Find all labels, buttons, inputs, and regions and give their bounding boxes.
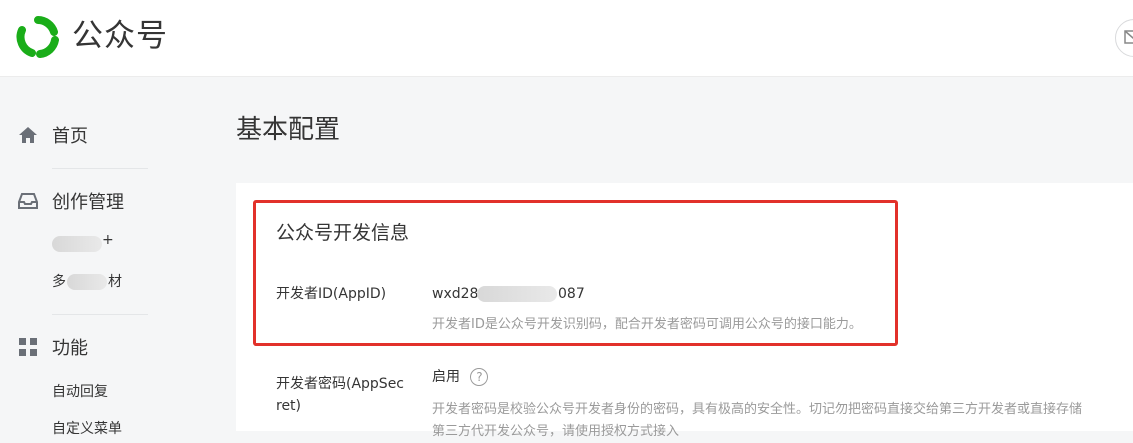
appsecret-description-line2: 第三方代开发公众号，请使用授权方式接入 (432, 424, 680, 439)
top-header: 公众号 (0, 0, 1133, 77)
sidebar-item-home[interactable]: 首页 (18, 122, 88, 148)
sidebar-subitem-custom-menu[interactable]: 自定义菜单 (52, 418, 122, 438)
appsecret-description-line1: 开发者密码是校验公众号开发者身份的密码，具有极高的安全性。切记勿把密码直接交给第… (432, 402, 1083, 417)
sidebar-item-creation[interactable]: 创作管理 (18, 188, 124, 214)
appid-value[interactable]: wxd28 087 (432, 283, 602, 305)
sidebar-subitem-creation-1[interactable]: + (52, 232, 114, 252)
mail-icon (1124, 30, 1133, 44)
appsecret-status: 启用 ? (432, 366, 489, 388)
dev-info-title: 公众号开发信息 (276, 222, 410, 244)
page-title: 基本配置 (236, 115, 341, 145)
sidebar-item-features[interactable]: 功能 (18, 334, 88, 360)
sidebar-divider (52, 314, 148, 315)
sidebar: 首页 创作管理 + 多 材 功能 自动回复 自定义菜单 (0, 77, 190, 437)
home-icon (19, 127, 37, 143)
sidebar-divider (52, 168, 148, 169)
sidebar-subitem-auto-reply[interactable]: 自动回复 (52, 381, 108, 401)
grid-icon (19, 338, 37, 356)
wechat-official-accounts-logo-icon[interactable] (16, 16, 60, 58)
appsecret-status-text: 启用 (432, 369, 460, 385)
inbox-icon (18, 193, 38, 209)
sidebar-subitem-materials[interactable]: 多 材 (52, 271, 132, 291)
redacted-text (477, 286, 557, 302)
redacted-text (67, 274, 107, 290)
sidebar-item-features-label: 功能 (52, 338, 88, 359)
appid-label: 开发者ID(AppID) (276, 286, 387, 302)
sidebar-item-home-label: 首页 (52, 126, 88, 147)
appsecret-label-line2: ret) (276, 398, 302, 414)
appid-description: 开发者ID是公众号开发识别码，配合开发者密码可调用公众号的接口能力。 (432, 317, 862, 332)
appsecret-label-line1: 开发者密码(AppSec (276, 376, 405, 392)
redacted-text (52, 236, 102, 252)
brand-title: 公众号 (72, 18, 168, 54)
help-icon[interactable]: ? (470, 368, 489, 386)
mail-button[interactable] (1115, 19, 1133, 57)
sidebar-item-creation-label: 创作管理 (52, 192, 124, 213)
